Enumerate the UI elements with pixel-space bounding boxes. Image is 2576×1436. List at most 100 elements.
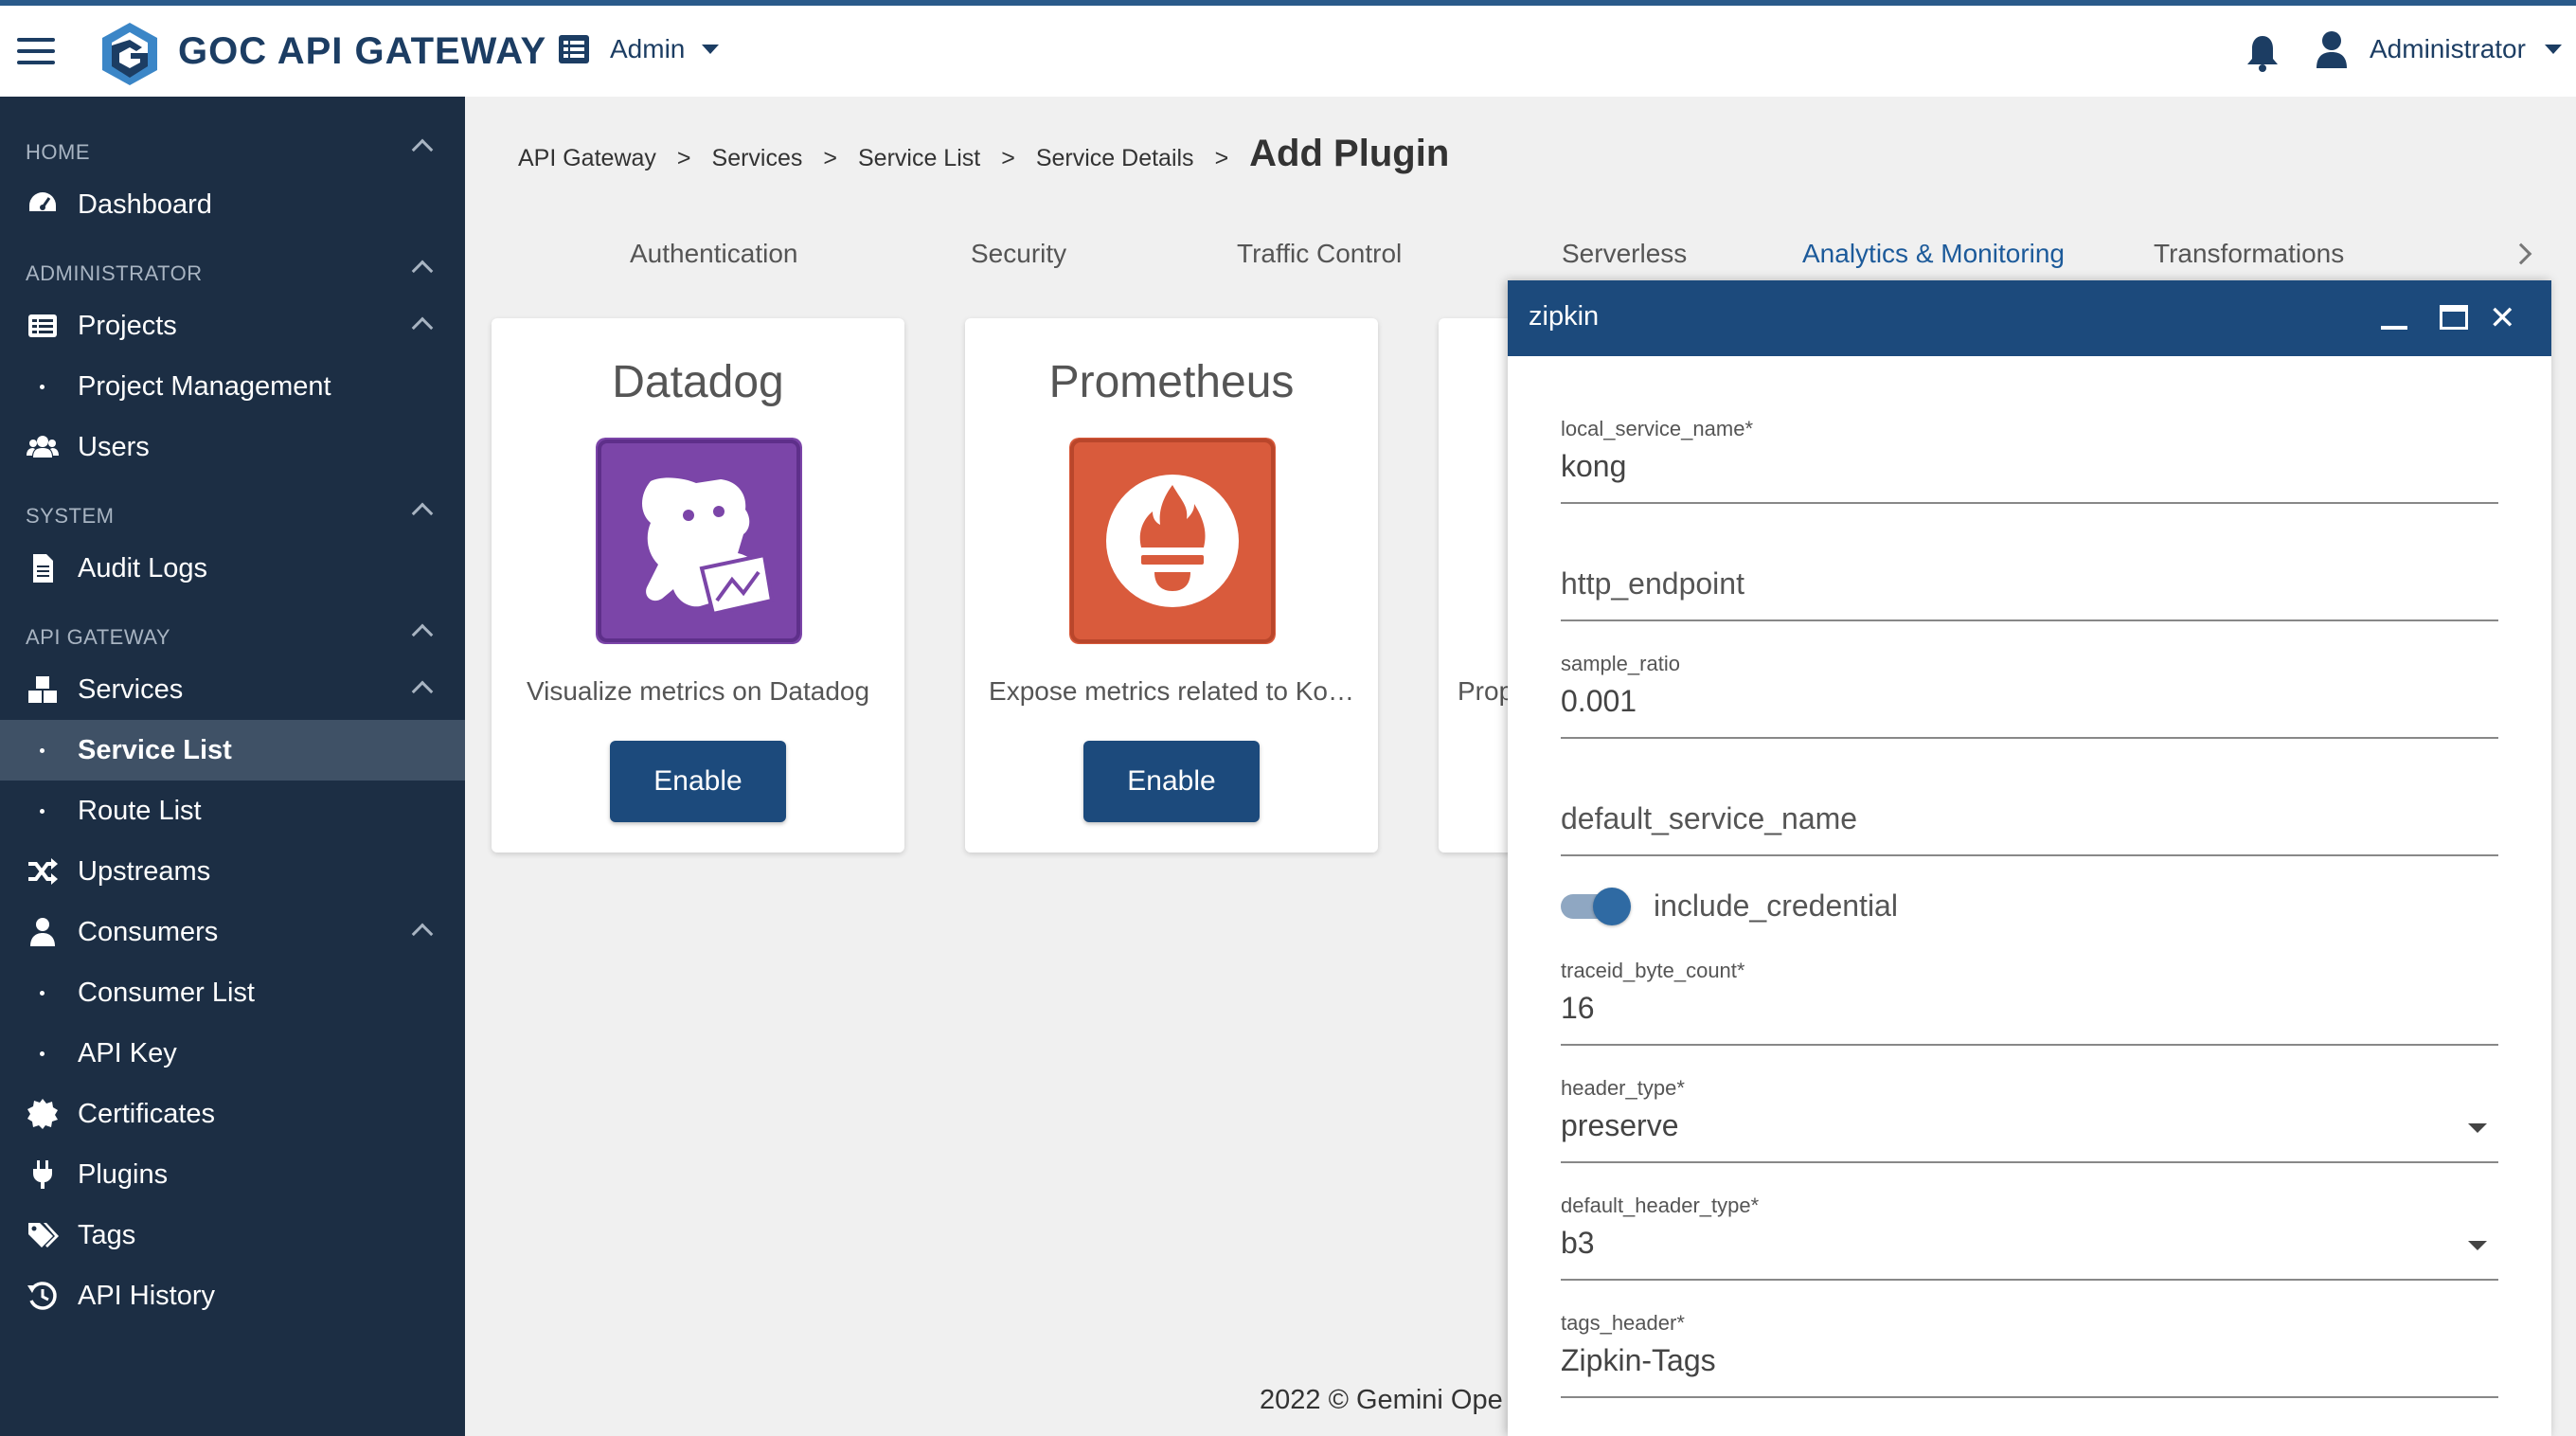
field-value[interactable]: kong xyxy=(1561,449,2470,484)
breadcrumb-separator: > xyxy=(1001,145,1015,171)
chevron-down-icon[interactable] xyxy=(2468,1241,2487,1250)
sidebar-item-label: Consumer List xyxy=(78,977,255,1008)
traceid-byte-count-field[interactable]: traceid_byte_count* 16 xyxy=(1561,959,2498,1053)
sidebar-item-label: Consumers xyxy=(78,916,219,947)
chevron-right-icon[interactable] xyxy=(2510,242,2532,265)
sidebar-item-certificates[interactable]: Certificates xyxy=(0,1084,465,1144)
field-underline xyxy=(1561,1396,2498,1398)
sidebar-item-tags[interactable]: Tags xyxy=(0,1205,465,1265)
sidebar-item-consumer-list[interactable]: Consumer List xyxy=(0,962,465,1023)
field-value[interactable]: b3 xyxy=(1561,1226,2470,1261)
users-icon xyxy=(27,436,59,458)
sidebar-item-route-list[interactable]: Route List xyxy=(0,781,465,841)
tab-security[interactable]: Security xyxy=(971,239,1066,269)
sidebar-item-consumers[interactable]: Consumers xyxy=(0,902,465,962)
user-menu[interactable]: Administrator xyxy=(2315,30,2562,68)
goc-logo-icon xyxy=(102,23,157,85)
minimize-icon[interactable] xyxy=(2381,326,2407,330)
bell-icon[interactable] xyxy=(2245,34,2281,72)
field-value[interactable]: 16 xyxy=(1561,991,2470,1026)
enable-button[interactable]: Enable xyxy=(610,741,786,822)
sidebar-item-label: Dashboard xyxy=(78,188,212,220)
enable-button[interactable]: Enable xyxy=(1083,741,1260,822)
default-service-name-field[interactable]: default_service_name xyxy=(1561,769,2498,864)
plugin-card-title: Prometheus xyxy=(1048,357,1295,407)
chevron-up-icon[interactable] xyxy=(411,502,434,525)
sidebar-item-users[interactable]: Users xyxy=(0,417,465,477)
sidebar-item-label: Plugins xyxy=(78,1158,169,1190)
sidebar-item-plugins[interactable]: Plugins xyxy=(0,1144,465,1205)
chevron-up-icon[interactable] xyxy=(411,138,434,161)
tags-icon xyxy=(28,1223,59,1248)
tab-transformations[interactable]: Transformations xyxy=(2154,239,2344,269)
field-value[interactable]: 0.001 xyxy=(1561,684,2470,719)
include-credential-toggle[interactable]: include_credential xyxy=(1561,887,1898,925)
sidebar-item-label: Tags xyxy=(78,1219,136,1250)
history-icon xyxy=(27,1282,57,1310)
dialog-header: zipkin ✕ xyxy=(1508,280,2551,356)
chevron-up-icon[interactable] xyxy=(411,260,434,282)
tab-traffic-control[interactable]: Traffic Control xyxy=(1237,239,1402,269)
file-icon xyxy=(33,554,53,583)
sidebar-item-service-list[interactable]: Service List xyxy=(0,720,465,781)
toggle-label: include_credential xyxy=(1654,889,1898,923)
user-icon xyxy=(2317,31,2347,68)
list-icon xyxy=(28,314,57,337)
footer-copyright: 2022 © Gemini Ope xyxy=(1260,1385,1503,1415)
plugin-card-description: Visualize metrics on Datadog xyxy=(526,676,870,706)
sidebar-item-api-key[interactable]: API Key xyxy=(0,1023,465,1084)
sidebar-item-project-management[interactable]: Project Management xyxy=(0,356,465,417)
default-header-type-select[interactable]: default_header_type* b3 xyxy=(1561,1194,2498,1288)
plugin-card-description: Prop xyxy=(1458,676,1514,706)
chevron-down-icon[interactable] xyxy=(2468,1123,2487,1133)
sidebar-item-dashboard[interactable]: Dashboard xyxy=(0,174,465,235)
breadcrumb-item[interactable]: Services xyxy=(712,145,803,172)
sidebar-item-label: Service List xyxy=(78,734,232,765)
breadcrumb-item[interactable]: Service Details xyxy=(1036,145,1194,172)
sidebar-item-projects[interactable]: Projects xyxy=(0,296,465,356)
field-underline xyxy=(1561,1279,2498,1281)
sidebar-item-audit-logs[interactable]: Audit Logs xyxy=(0,538,465,599)
cubes-icon xyxy=(28,676,57,703)
header-type-select[interactable]: header_type* preserve xyxy=(1561,1076,2498,1171)
plug-icon xyxy=(33,1160,52,1189)
menu-icon[interactable] xyxy=(17,38,55,66)
bullet-icon xyxy=(40,808,45,814)
section-system: SYSTEM xyxy=(26,504,115,528)
user-menu-label: Administrator xyxy=(2370,34,2526,63)
admin-menu-label: Admin xyxy=(610,34,686,63)
tags-header-field[interactable]: tags_header* Zipkin-Tags xyxy=(1561,1311,2498,1406)
sidebar-item-services[interactable]: Services xyxy=(0,659,465,720)
field-placeholder[interactable]: http_endpoint xyxy=(1561,566,1744,601)
breadcrumb-item[interactable]: Service List xyxy=(858,145,980,172)
breadcrumb-separator: > xyxy=(1214,145,1229,171)
tab-analytics-monitoring[interactable]: Analytics & Monitoring xyxy=(1802,239,2065,269)
list-icon xyxy=(559,35,589,63)
sample-ratio-field[interactable]: sample_ratio 0.001 xyxy=(1561,652,2498,746)
sidebar-item-api-history[interactable]: API History xyxy=(0,1265,465,1326)
toggle-track[interactable] xyxy=(1561,887,1631,925)
field-value[interactable]: Zipkin-Tags xyxy=(1561,1343,2470,1378)
admin-menu[interactable]: Admin xyxy=(559,34,720,64)
bullet-icon xyxy=(40,747,45,753)
sidebar-item-upstreams[interactable]: Upstreams xyxy=(0,841,465,902)
bullet-icon xyxy=(40,384,45,389)
field-placeholder[interactable]: default_service_name xyxy=(1561,801,1857,836)
top-header: GOC API GATEWAY Admin Administrator xyxy=(0,6,2576,97)
toggle-knob[interactable] xyxy=(1593,887,1631,925)
tab-authentication[interactable]: Authentication xyxy=(630,239,797,269)
breadcrumb-item[interactable]: API Gateway xyxy=(518,145,656,172)
local-service-name-field[interactable]: local_service_name* kong xyxy=(1561,417,2498,512)
field-underline xyxy=(1561,854,2498,856)
sidebar-item-label: API Key xyxy=(78,1037,177,1068)
close-icon[interactable]: ✕ xyxy=(2489,299,2516,337)
field-value[interactable]: preserve xyxy=(1561,1108,2470,1143)
sidebar-item-label: Users xyxy=(78,431,150,462)
maximize-icon[interactable] xyxy=(2440,305,2468,330)
tab-serverless[interactable]: Serverless xyxy=(1562,239,1687,269)
http-endpoint-field[interactable]: http_endpoint xyxy=(1561,534,2498,629)
field-underline xyxy=(1561,737,2498,739)
plugin-card-datadog: Datadog Visualize metrics on Datadog Ena… xyxy=(492,318,904,853)
chevron-up-icon[interactable] xyxy=(411,623,434,646)
section-administrator: ADMINISTRATOR xyxy=(26,261,203,285)
